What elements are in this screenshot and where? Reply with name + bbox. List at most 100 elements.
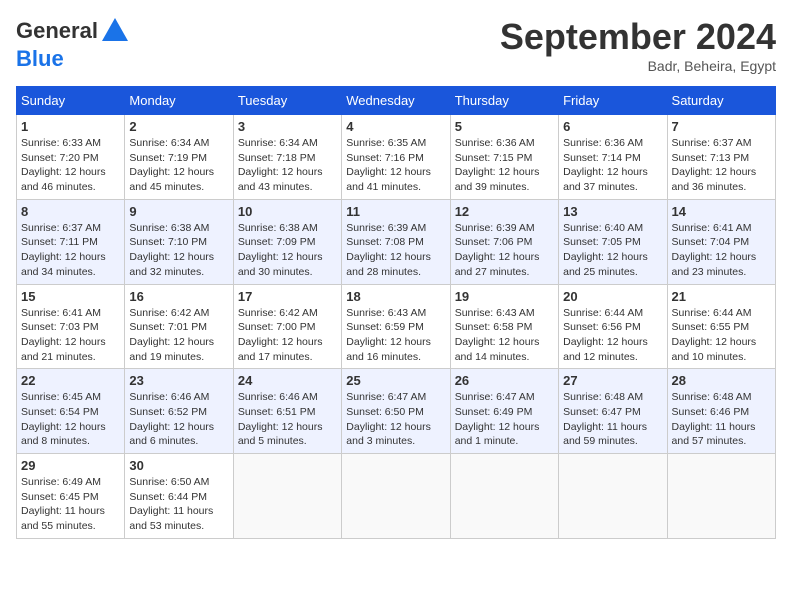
sunset-text: Sunset: 6:58 PM	[455, 320, 554, 335]
day-info: Sunrise: 6:38 AMSunset: 7:09 PMDaylight:…	[238, 221, 337, 280]
sunset-text: Sunset: 7:04 PM	[672, 235, 771, 250]
daylight-text: Daylight: 12 hours and 17 minutes.	[238, 335, 337, 364]
day-info: Sunrise: 6:45 AMSunset: 6:54 PMDaylight:…	[21, 390, 120, 449]
day-number: 7	[672, 119, 771, 134]
calendar-cell: 22 Sunrise: 6:45 AMSunset: 6:54 PMDayligh…	[17, 369, 125, 454]
day-info: Sunrise: 6:47 AMSunset: 6:49 PMDaylight:…	[455, 390, 554, 449]
day-number: 11	[346, 204, 445, 219]
day-info: Sunrise: 6:40 AMSunset: 7:05 PMDaylight:…	[563, 221, 662, 280]
calendar-week-row: 15Sunrise: 6:41 AMSunset: 7:03 PMDayligh…	[17, 284, 776, 369]
daylight-text: Daylight: 12 hours and 23 minutes.	[672, 250, 771, 279]
day-info: Sunrise: 6:50 AMSunset: 6:44 PMDaylight:…	[129, 475, 228, 534]
daylight-text: Daylight: 12 hours and 39 minutes.	[455, 165, 554, 194]
sunrise-text: Sunrise: 6:33 AM	[21, 136, 120, 151]
calendar-cell	[559, 454, 667, 539]
daylight-text: Daylight: 11 hours and 53 minutes.	[129, 504, 228, 533]
day-info: Sunrise: 6:42 AMSunset: 7:00 PMDaylight:…	[238, 306, 337, 365]
calendar-week-row: 29Sunrise: 6:49 AMSunset: 6:45 PMDayligh…	[17, 454, 776, 539]
day-number: 2	[129, 119, 228, 134]
day-info: Sunrise: 6:36 AMSunset: 7:15 PMDaylight:…	[455, 136, 554, 195]
sunset-text: Sunset: 7:09 PM	[238, 235, 337, 250]
title-section: September 2024 Badr, Beheira, Egypt	[500, 16, 776, 74]
daylight-text: Daylight: 12 hours and 43 minutes.	[238, 165, 337, 194]
sunrise-text: Sunrise: 6:42 AM	[238, 306, 337, 321]
day-info: Sunrise: 6:48 AMSunset: 6:47 PMDaylight:…	[563, 390, 662, 449]
sunrise-text: Sunrise: 6:43 AM	[455, 306, 554, 321]
day-number: 12	[455, 204, 554, 219]
sunrise-text: Sunrise: 6:39 AM	[455, 221, 554, 236]
sunrise-text: Sunrise: 6:37 AM	[21, 221, 120, 236]
day-info: Sunrise: 6:44 AMSunset: 6:55 PMDaylight:…	[672, 306, 771, 365]
day-of-week-monday: Monday	[125, 87, 233, 115]
day-number: 20	[563, 289, 662, 304]
calendar-cell: 3Sunrise: 6:34 AMSunset: 7:18 PMDaylight…	[233, 115, 341, 200]
sunrise-text: Sunrise: 6:38 AM	[238, 221, 337, 236]
sunset-text: Sunset: 7:20 PM	[21, 151, 120, 166]
daylight-text: Daylight: 12 hours and 10 minutes.	[672, 335, 771, 364]
sunset-text: Sunset: 7:10 PM	[129, 235, 228, 250]
calendar-cell: 11 Sunrise: 6:39 AMSunset: 7:08 PMDayligh…	[342, 199, 450, 284]
calendar-week-row: 1Sunrise: 6:33 AMSunset: 7:20 PMDaylight…	[17, 115, 776, 200]
sunrise-text: Sunrise: 6:37 AM	[672, 136, 771, 151]
daylight-text: Daylight: 12 hours and 19 minutes.	[129, 335, 228, 364]
daylight-text: Daylight: 12 hours and 1 minute.	[455, 420, 554, 449]
daylight-text: Daylight: 12 hours and 8 minutes.	[21, 420, 120, 449]
day-info: Sunrise: 6:35 AMSunset: 7:16 PMDaylight:…	[346, 136, 445, 195]
day-info: Sunrise: 6:49 AMSunset: 6:45 PMDaylight:…	[21, 475, 120, 534]
calendar-week-row: 8Sunrise: 6:37 AMSunset: 7:11 PMDaylight…	[17, 199, 776, 284]
calendar-table: SundayMondayTuesdayWednesdayThursdayFrid…	[16, 86, 776, 539]
daylight-text: Daylight: 12 hours and 34 minutes.	[21, 250, 120, 279]
day-number: 22	[21, 373, 120, 388]
day-of-week-saturday: Saturday	[667, 87, 775, 115]
calendar-cell	[233, 454, 341, 539]
calendar-cell: 19Sunrise: 6:43 AMSunset: 6:58 PMDayligh…	[450, 284, 558, 369]
day-number: 19	[455, 289, 554, 304]
daylight-text: Daylight: 12 hours and 36 minutes.	[672, 165, 771, 194]
sunrise-text: Sunrise: 6:40 AM	[563, 221, 662, 236]
daylight-text: Daylight: 12 hours and 41 minutes.	[346, 165, 445, 194]
daylight-text: Daylight: 11 hours and 55 minutes.	[21, 504, 120, 533]
sunset-text: Sunset: 7:11 PM	[21, 235, 120, 250]
sunrise-text: Sunrise: 6:36 AM	[455, 136, 554, 151]
daylight-text: Daylight: 12 hours and 25 minutes.	[563, 250, 662, 279]
day-number: 24	[238, 373, 337, 388]
sunset-text: Sunset: 7:08 PM	[346, 235, 445, 250]
calendar-cell: 25Sunrise: 6:47 AMSunset: 6:50 PMDayligh…	[342, 369, 450, 454]
daylight-text: Daylight: 12 hours and 30 minutes.	[238, 250, 337, 279]
daylight-text: Daylight: 12 hours and 32 minutes.	[129, 250, 228, 279]
calendar-cell	[450, 454, 558, 539]
sunset-text: Sunset: 6:47 PM	[563, 405, 662, 420]
calendar-cell: 14Sunrise: 6:41 AMSunset: 7:04 PMDayligh…	[667, 199, 775, 284]
daylight-text: Daylight: 12 hours and 45 minutes.	[129, 165, 228, 194]
calendar-cell: 17 Sunrise: 6:42 AMSunset: 7:00 PMDayligh…	[233, 284, 341, 369]
day-number: 16	[129, 289, 228, 304]
day-info: Sunrise: 6:42 AMSunset: 7:01 PMDaylight:…	[129, 306, 228, 365]
sunrise-text: Sunrise: 6:47 AM	[455, 390, 554, 405]
logo-icon	[100, 16, 130, 46]
day-number: 10	[238, 204, 337, 219]
sunrise-text: Sunrise: 6:35 AM	[346, 136, 445, 151]
sunset-text: Sunset: 6:49 PM	[455, 405, 554, 420]
calendar-cell: 20Sunrise: 6:44 AMSunset: 6:56 PMDayligh…	[559, 284, 667, 369]
sunset-text: Sunset: 7:03 PM	[21, 320, 120, 335]
calendar-cell: 2 Sunrise: 6:34 AMSunset: 7:19 PMDaylight…	[125, 115, 233, 200]
day-info: Sunrise: 6:34 AMSunset: 7:19 PMDaylight:…	[129, 136, 228, 195]
month-title: September 2024	[500, 16, 776, 58]
day-info: Sunrise: 6:47 AMSunset: 6:50 PMDaylight:…	[346, 390, 445, 449]
day-info: Sunrise: 6:39 AMSunset: 7:08 PMDaylight:…	[346, 221, 445, 280]
day-number: 17	[238, 289, 337, 304]
calendar-cell: 8Sunrise: 6:37 AMSunset: 7:11 PMDaylight…	[17, 199, 125, 284]
day-number: 9	[129, 204, 228, 219]
sunrise-text: Sunrise: 6:49 AM	[21, 475, 120, 490]
calendar-week-row: 22 Sunrise: 6:45 AMSunset: 6:54 PMDayligh…	[17, 369, 776, 454]
sunset-text: Sunset: 6:50 PM	[346, 405, 445, 420]
sunset-text: Sunset: 7:16 PM	[346, 151, 445, 166]
day-of-week-tuesday: Tuesday	[233, 87, 341, 115]
sunset-text: Sunset: 7:14 PM	[563, 151, 662, 166]
calendar-cell	[667, 454, 775, 539]
sunset-text: Sunset: 7:06 PM	[455, 235, 554, 250]
day-number: 4	[346, 119, 445, 134]
daylight-text: Daylight: 12 hours and 6 minutes.	[129, 420, 228, 449]
sunset-text: Sunset: 7:18 PM	[238, 151, 337, 166]
calendar-header-row: SundayMondayTuesdayWednesdayThursdayFrid…	[17, 87, 776, 115]
